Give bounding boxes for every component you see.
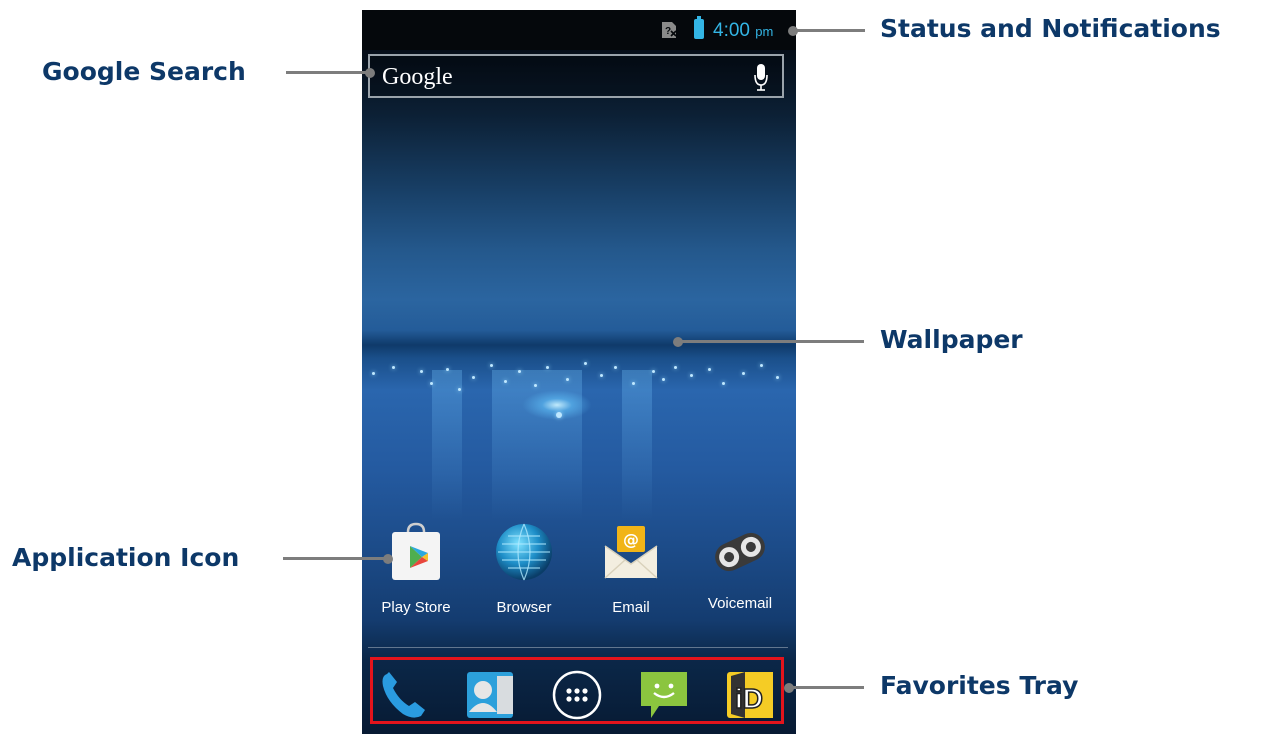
wallpaper-particle [490,364,493,367]
wallpaper-particle [722,382,725,385]
no-sim-icon: ? [662,22,677,38]
wallpaper-particle [518,370,521,373]
wallpaper-particle [690,374,693,377]
favorites-tray: iD [370,657,784,724]
app-drawer-icon[interactable] [550,668,604,722]
wallpaper-particle [584,362,587,365]
callout-wallpaper-label: Wallpaper [880,325,1023,354]
google-search-widget[interactable]: Google [368,54,784,98]
wallpaper-light-ray [432,370,462,520]
wallpaper-particle [776,376,779,379]
callout-pointer-dot [383,554,393,564]
svg-text:iD: iD [735,683,763,714]
wallpaper-particle [534,384,537,387]
mic-icon[interactable] [754,63,768,93]
wallpaper-particle [392,366,395,369]
wallpaper-particle [674,366,677,369]
wallpaper-particle [652,370,655,373]
wallpaper-particle [614,366,617,369]
clock-time: 4:00 [713,20,750,41]
app-label: Email [612,599,650,616]
contacts-icon[interactable] [463,668,517,722]
callout-line [789,686,864,689]
callout-line [678,340,864,343]
callout-favorites-tray-label: Favorites Tray [880,671,1079,700]
callout-google-search-label: Google Search [42,57,246,86]
wallpaper-particle [420,370,423,373]
battery-icon [694,16,704,39]
app-play-store[interactable]: Play Store [368,522,464,622]
app-voicemail[interactable]: Voicemail [692,522,788,622]
wallpaper-particle [458,388,461,391]
wallpaper-particle [662,378,665,381]
id-app-icon[interactable]: iD [723,668,777,722]
play-store-icon [392,522,440,580]
app-email[interactable]: @ Email [583,522,679,622]
wallpaper-particle [446,368,449,371]
callout-application-icon-label: Application Icon [12,543,240,572]
app-label: Browser [496,599,552,616]
wallpaper-particle [600,374,603,377]
clock: 4:00 pm [713,20,773,43]
phone-icon[interactable] [377,668,431,722]
wallpaper-particle [546,366,549,369]
status-bar[interactable]: ? 4:00 pm [362,10,796,50]
browser-icon [496,523,552,581]
wallpaper-particle [372,372,375,375]
callout-line [793,29,865,32]
email-icon: @ [604,526,658,579]
svg-text:?: ? [665,26,671,37]
wallpaper-light-ray [622,370,652,520]
voicemail-icon [715,532,765,572]
dock-divider [368,647,788,648]
wallpaper-particle [708,368,711,371]
wallpaper-particle [760,364,763,367]
wallpaper-particle [430,382,433,385]
wallpaper-particle [472,376,475,379]
messaging-icon[interactable] [637,668,691,722]
app-label: Voicemail [707,595,773,612]
callout-line [286,71,370,74]
wallpaper-particle [632,382,635,385]
wallpaper-particle [556,412,562,418]
callout-pointer-dot [365,68,375,78]
wallpaper-particle [742,372,745,375]
app-browser[interactable]: Browser [476,522,572,622]
svg-text:@: @ [623,530,639,549]
callout-line [283,557,387,560]
callout-status-label: Status and Notifications [880,14,1221,43]
app-label: Play Store [381,599,451,616]
google-logo[interactable]: Google [382,63,453,91]
wallpaper-particle [504,380,507,383]
phone-home-screen: ? 4:00 pm Google Play Store Browser @ Em… [362,10,796,734]
clock-ampm: pm [755,24,774,39]
wallpaper-particle [566,378,569,381]
